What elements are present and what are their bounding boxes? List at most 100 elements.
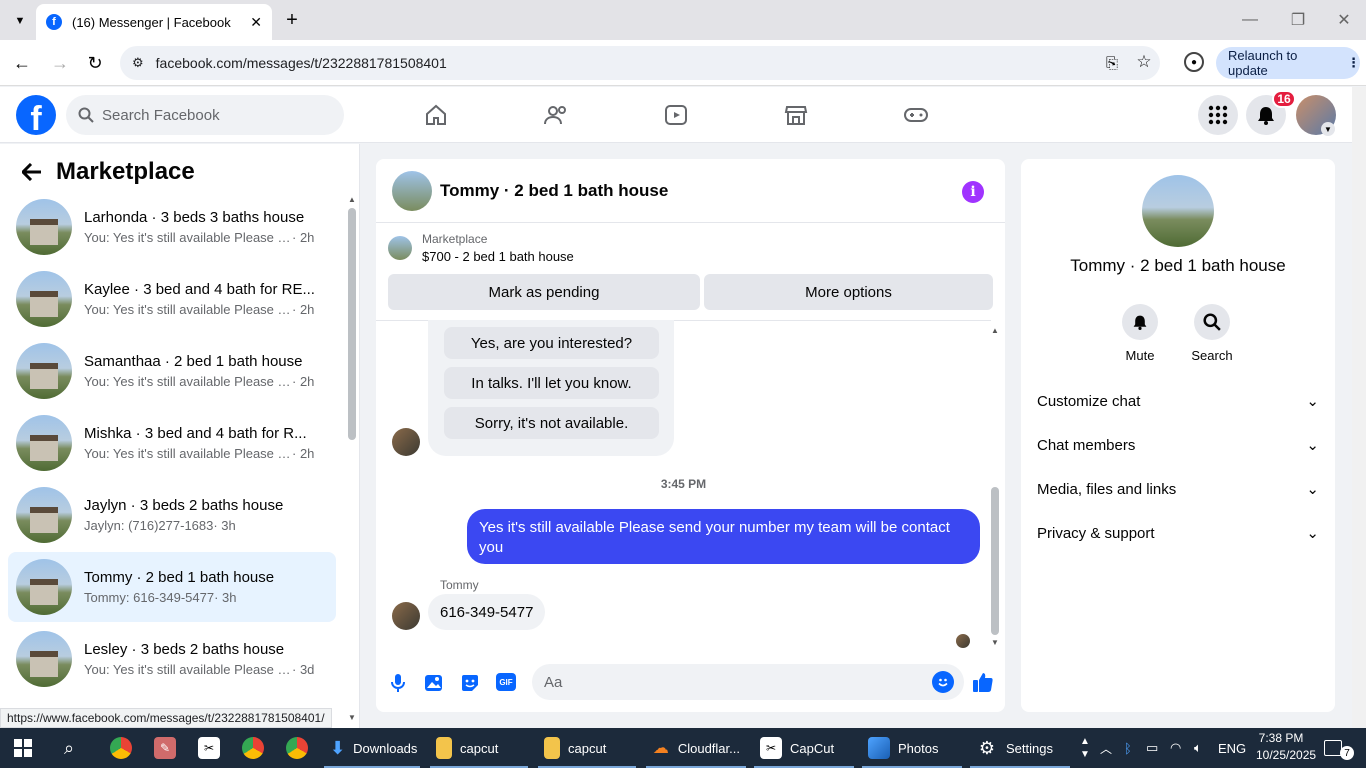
- facebook-logo-icon[interactable]: f: [16, 95, 56, 135]
- install-app-icon[interactable]: ⎘: [1102, 53, 1122, 73]
- listing-title[interactable]: $700 - 2 bed 1 bath house: [422, 249, 574, 264]
- listing-avatar[interactable]: [1142, 175, 1214, 247]
- conversation-item[interactable]: Kaylee · 3 bed and 4 bath for RE... You: …: [8, 264, 336, 334]
- menu-dots-icon[interactable]: ⋮: [1347, 55, 1360, 71]
- message-input-placeholder[interactable]: Aa: [544, 674, 562, 691]
- mark-as-pending-button[interactable]: Mark as pending: [388, 274, 700, 310]
- battery-icon[interactable]: ▭: [1140, 728, 1164, 768]
- conversation-item[interactable]: Lesley · 3 beds 2 baths house You: Yes it…: [8, 624, 336, 694]
- taskbar-photos[interactable]: Photos: [862, 728, 962, 768]
- minimize-icon[interactable]: —: [1240, 10, 1260, 30]
- friends-icon[interactable]: [536, 99, 576, 131]
- quick-reply-interested[interactable]: Yes, are you interested?: [444, 327, 659, 359]
- quick-reply-not-available[interactable]: Sorry, it's not available.: [444, 407, 659, 439]
- like-thumbs-up-icon[interactable]: [971, 669, 995, 695]
- chat-scrollbar-thumb[interactable]: [991, 487, 999, 635]
- notification-center-icon[interactable]: 7: [1318, 728, 1354, 768]
- chat-header[interactable]: Tommy · 2 bed 1 bath house: [376, 159, 1005, 223]
- browser-tab[interactable]: f (16) Messenger | Facebook ✕: [36, 4, 272, 40]
- taskbar-settings[interactable]: ⚙ Settings: [970, 728, 1070, 768]
- taskbar-cloudflare[interactable]: ☁ Cloudflar...: [646, 728, 746, 768]
- chat-avatar[interactable]: [392, 170, 432, 211]
- media-files-links-section[interactable]: Media, files and links ⌄: [1037, 477, 1319, 501]
- wifi-icon[interactable]: ◠: [1164, 728, 1187, 768]
- profile-icon[interactable]: ●: [1184, 52, 1204, 72]
- bookmark-star-icon[interactable]: ☆: [1134, 52, 1154, 72]
- relaunch-button[interactable]: Relaunch to update ⋮: [1216, 47, 1360, 79]
- menu-grid-icon[interactable]: [1198, 95, 1238, 135]
- microphone-icon[interactable]: [388, 672, 408, 694]
- search-box[interactable]: Search Facebook: [66, 95, 344, 135]
- taskbar-capcut-folder-1[interactable]: capcut: [430, 728, 528, 768]
- incoming-message[interactable]: 616-349-5477: [428, 594, 546, 630]
- tab-list-chevron-icon[interactable]: ▼: [10, 11, 30, 31]
- chrome-profile-taskbar-icon[interactable]: [236, 728, 270, 768]
- search-magnifier-icon[interactable]: [1194, 304, 1230, 340]
- message-input[interactable]: Aa: [532, 664, 964, 700]
- photo-icon[interactable]: [424, 672, 444, 694]
- reload-icon[interactable]: ↻: [84, 52, 106, 74]
- home-icon[interactable]: [416, 99, 456, 131]
- volume-icon[interactable]: 🔈︎: [1188, 728, 1208, 768]
- scroll-up-icon[interactable]: ▲: [346, 194, 358, 204]
- paint-taskbar-icon[interactable]: ✎: [148, 728, 182, 768]
- customize-chat-section[interactable]: Customize chat ⌄: [1037, 389, 1319, 413]
- hidden-icons-chevron-icon[interactable]: ︿: [1094, 728, 1118, 768]
- listing-info[interactable]: Marketplace $700 - 2 bed 1 bath house: [388, 232, 574, 264]
- sticker-icon[interactable]: [460, 672, 480, 694]
- taskbar-downloads[interactable]: ⬇ Downloads: [324, 728, 420, 768]
- bluetooth-icon[interactable]: ᛒ: [1118, 728, 1138, 768]
- search-action[interactable]: Search: [1180, 304, 1244, 363]
- chat-members-section[interactable]: Chat members ⌄: [1037, 433, 1319, 457]
- marketplace-icon[interactable]: [776, 99, 816, 131]
- close-tab-icon[interactable]: ✕: [250, 14, 262, 31]
- taskbar-search-icon[interactable]: ⌕: [58, 728, 80, 768]
- conversation-item[interactable]: Jaylyn · 3 beds 2 baths house Jaylyn: (71…: [8, 480, 336, 550]
- site-settings-icon[interactable]: ⚙: [132, 55, 144, 71]
- search-placeholder[interactable]: Search Facebook: [102, 107, 220, 124]
- back-arrow-icon[interactable]: [22, 163, 42, 181]
- close-window-icon[interactable]: ✕: [1334, 10, 1354, 30]
- capcut-taskbar-icon[interactable]: ✂: [192, 728, 226, 768]
- quick-reply-in-talks[interactable]: In talks. I'll let you know.: [444, 367, 659, 399]
- gaming-icon[interactable]: [896, 99, 936, 131]
- conversation-item[interactable]: Tommy · 2 bed 1 bath house Tommy: 616-349…: [8, 552, 336, 622]
- new-tab-icon[interactable]: +: [282, 9, 302, 31]
- outgoing-message[interactable]: Yes it's still available Please send you…: [467, 509, 980, 564]
- sender-avatar[interactable]: [392, 428, 420, 456]
- taskbar-scroll-icon[interactable]: ▲ ▼: [1074, 728, 1096, 768]
- sender-avatar[interactable]: [392, 602, 420, 630]
- left-scrollbar-thumb[interactable]: [348, 208, 356, 440]
- back-icon[interactable]: ←: [10, 52, 34, 74]
- mute-bell-icon[interactable]: [1122, 304, 1158, 340]
- url-text[interactable]: facebook.com/messages/t/2322881781508401: [156, 55, 447, 71]
- conversation-item[interactable]: Larhonda · 3 beds 3 baths house You: Yes …: [8, 192, 336, 262]
- url-box[interactable]: ⚙ facebook.com/messages/t/23228817815084…: [120, 46, 1160, 80]
- chat-scroll-up-icon[interactable]: ▲: [989, 325, 1001, 335]
- chat-title[interactable]: Tommy · 2 bed 1 bath house: [440, 181, 668, 201]
- conversation-preview: You: Yes it's still available Please se.…: [84, 662, 292, 677]
- gif-icon[interactable]: GIF: [496, 673, 516, 691]
- taskbar-clock[interactable]: 7:38 PM 10/25/2025: [1256, 730, 1316, 764]
- language-indicator[interactable]: ENG: [1212, 728, 1252, 768]
- chat-scroll-down-icon[interactable]: ▼: [989, 637, 1001, 647]
- video-icon[interactable]: [656, 99, 696, 131]
- emoji-icon[interactable]: [932, 671, 954, 693]
- account-chevron-icon[interactable]: ▼: [1321, 122, 1335, 136]
- conversation-item[interactable]: Samanthaa · 2 bed 1 bath house You: Yes i…: [8, 336, 336, 406]
- taskbar-capcut-app[interactable]: ✂ CapCut: [754, 728, 854, 768]
- mute-action[interactable]: Mute: [1108, 304, 1172, 363]
- taskbar-capcut-folder-2[interactable]: capcut: [538, 728, 636, 768]
- chrome-taskbar-icon[interactable]: [104, 728, 138, 768]
- privacy-support-section[interactable]: Privacy & support ⌄: [1037, 521, 1319, 545]
- restore-icon[interactable]: ❐: [1288, 10, 1308, 30]
- info-icon[interactable]: i: [962, 181, 984, 203]
- forward-icon[interactable]: →: [48, 52, 72, 74]
- conversation-item[interactable]: Mishka · 3 bed and 4 bath for R... You: Y…: [8, 408, 336, 478]
- page-scrollbar[interactable]: [1352, 87, 1366, 728]
- start-button[interactable]: [8, 728, 38, 768]
- chrome-profile2-taskbar-icon[interactable]: [280, 728, 314, 768]
- scroll-down-icon[interactable]: ▼: [346, 712, 358, 722]
- details-title: Tommy · 2 bed 1 bath house: [1070, 256, 1286, 275]
- more-options-button[interactable]: More options: [704, 274, 993, 310]
